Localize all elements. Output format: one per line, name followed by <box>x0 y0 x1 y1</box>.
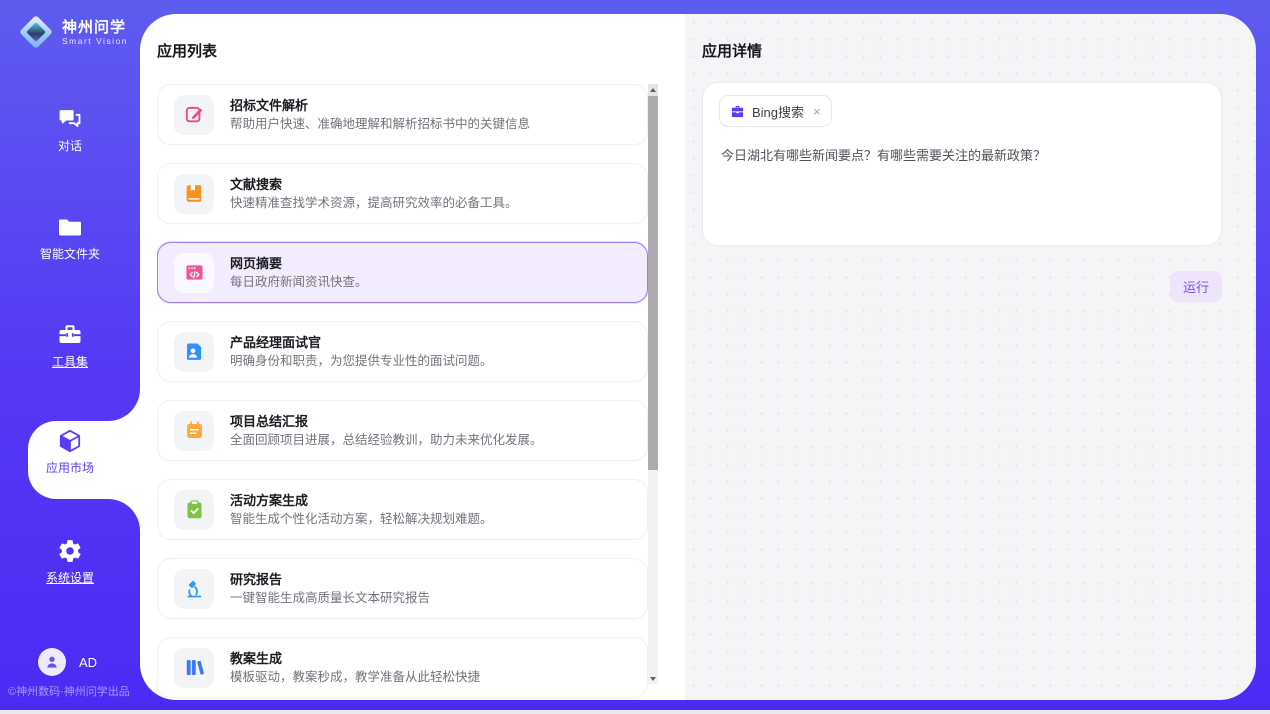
close-icon[interactable]: × <box>813 104 821 119</box>
app-card-title: 教案生成 <box>230 651 480 666</box>
briefcase-icon <box>730 104 745 119</box>
app-card-title: 网页摘要 <box>230 256 368 271</box>
app-card-list: 招标文件解析 帮助用户快速、准确地理解和解析招标书中的关键信息 文献搜索 快速精… <box>157 84 648 700</box>
sidebar-nav: 对话 智能文件夹 工具集 <box>0 0 140 710</box>
user-row: AD <box>38 648 97 676</box>
app-card-text: 教案生成 模板驱动，教案秒成，教学准备从此轻松快捷 <box>230 651 480 685</box>
app-card[interactable]: 网页摘要 每日政府新闻资讯快查。 <box>157 242 648 303</box>
app-list-panel: 应用列表 招标文件解析 帮助用户快速、准确地理解和解析招标书中的关键信息 文献搜… <box>140 14 685 700</box>
composer-toolbar <box>721 216 803 232</box>
scroll-down-icon[interactable] <box>650 677 656 681</box>
app-card-description: 快速精准查找学术资源，提高研究效率的必备工具。 <box>230 196 518 211</box>
composer-icon[interactable] <box>721 216 737 232</box>
app-list-title: 应用列表 <box>157 40 217 61</box>
prompt-composer[interactable]: Bing搜索 × 今日湖北有哪些新闻要点？有哪些需要关注的最新政策？ <box>702 82 1222 246</box>
app-card[interactable]: 研究报告 一键智能生成高质量长文本研究报告 <box>157 558 648 619</box>
edit-doc-icon <box>174 95 214 135</box>
app-window: 神州问学 Smart Vision 对话 智能文件夹 <box>0 0 1270 714</box>
app-card-description: 每日政府新闻资讯快查。 <box>230 275 368 290</box>
toolbox-icon <box>57 322 83 348</box>
note-icon <box>174 411 214 451</box>
sidebar: 神州问学 Smart Vision 对话 智能文件夹 <box>0 0 140 710</box>
app-card-text: 研究报告 一键智能生成高质量长文本研究报告 <box>230 572 430 606</box>
app-card-text: 活动方案生成 智能生成个性化活动方案，轻松解决规划难题。 <box>230 493 493 527</box>
clipboard-check-icon <box>174 490 214 530</box>
app-card-text: 招标文件解析 帮助用户快速、准确地理解和解析招标书中的关键信息 <box>230 98 530 132</box>
user-name: AD <box>79 655 97 670</box>
browser-code-icon <box>174 253 214 293</box>
app-card-title: 产品经理面试官 <box>230 335 493 350</box>
app-card[interactable]: 教案生成 模板驱动，教案秒成，教学准备从此轻松快捷 <box>157 637 648 698</box>
sidebar-item-label: 工具集 <box>52 355 88 369</box>
composer-icon[interactable] <box>787 216 803 232</box>
copyright: ©神州数码·神州问学出品 <box>8 683 130 699</box>
composer-icon[interactable] <box>754 216 770 232</box>
avatar[interactable] <box>38 648 66 676</box>
app-card-description: 模板驱动，教案秒成，教学准备从此轻松快捷 <box>230 670 480 685</box>
app-card-title: 研究报告 <box>230 572 430 587</box>
tool-chip-label: Bing搜索 <box>752 102 804 121</box>
sidebar-item[interactable]: 工具集 <box>0 322 140 372</box>
app-card[interactable]: 文献搜索 快速精准查找学术资源，提高研究效率的必备工具。 <box>157 163 648 224</box>
app-card[interactable]: 活动方案生成 智能生成个性化活动方案，轻松解决规划难题。 <box>157 479 648 540</box>
app-card-title: 招标文件解析 <box>230 98 530 113</box>
sidebar-item-label: 智能文件夹 <box>40 247 100 261</box>
prompt-text: 今日湖北有哪些新闻要点？有哪些需要关注的最新政策？ <box>721 147 1205 165</box>
gear-icon <box>57 538 83 564</box>
book-icon <box>174 174 214 214</box>
folder-icon <box>57 214 83 240</box>
sidebar-item[interactable]: 系统设置 <box>0 538 140 588</box>
scroll-up-icon <box>650 88 656 92</box>
sidebar-item-label: 对话 <box>58 139 82 153</box>
main-panel: 应用列表 招标文件解析 帮助用户快速、准确地理解和解析招标书中的关键信息 文献搜… <box>140 14 1256 700</box>
scrollbar[interactable] <box>648 84 658 684</box>
active-tab-curve-bottom <box>108 499 140 531</box>
app-detail-title: 应用详情 <box>702 40 762 61</box>
app-card-text: 网页摘要 每日政府新闻资讯快查。 <box>230 256 368 290</box>
cube-icon <box>57 428 83 454</box>
app-card-description: 全面回顾项目进展，总结经验教训，助力未来优化发展。 <box>230 433 543 448</box>
tool-chip[interactable]: Bing搜索 × <box>719 95 832 127</box>
sidebar-item[interactable]: 应用市场 <box>0 428 140 478</box>
app-card[interactable]: 项目总结汇报 全面回顾项目进展，总结经验教训，助力未来优化发展。 <box>157 400 648 461</box>
app-card[interactable]: 招标文件解析 帮助用户快速、准确地理解和解析招标书中的关键信息 <box>157 84 648 145</box>
sidebar-item-label: 应用市场 <box>46 461 94 475</box>
app-card-description: 明确身份和职责，为您提供专业性的面试问题。 <box>230 354 493 369</box>
scrollbar-thumb[interactable] <box>648 96 658 470</box>
app-card-description: 帮助用户快速、准确地理解和解析招标书中的关键信息 <box>230 117 530 132</box>
app-card-title: 文献搜索 <box>230 177 518 192</box>
run-button[interactable]: 运行 <box>1170 271 1222 302</box>
app-card-text: 项目总结汇报 全面回顾项目进展，总结经验教训，助力未来优化发展。 <box>230 414 543 448</box>
app-card[interactable]: 产品经理面试官 明确身份和职责，为您提供专业性的面试问题。 <box>157 321 648 382</box>
app-card-description: 智能生成个性化活动方案，轻松解决规划难题。 <box>230 512 493 527</box>
active-tab-curve-top <box>108 389 140 421</box>
person-doc-icon <box>174 332 214 372</box>
scroll-up-button[interactable] <box>648 84 658 96</box>
app-card-title: 活动方案生成 <box>230 493 493 508</box>
active-tab-pill <box>28 421 140 499</box>
app-card-text: 文献搜索 快速精准查找学术资源，提高研究效率的必备工具。 <box>230 177 518 211</box>
sidebar-item[interactable]: 对话 <box>0 106 140 156</box>
sidebar-item-label: 系统设置 <box>46 571 94 585</box>
app-card-description: 一键智能生成高质量长文本研究报告 <box>230 591 430 606</box>
microscope-icon <box>174 569 214 609</box>
app-card-title: 项目总结汇报 <box>230 414 543 429</box>
sidebar-item[interactable]: 智能文件夹 <box>0 214 140 264</box>
app-card-text: 产品经理面试官 明确身份和职责，为您提供专业性的面试问题。 <box>230 335 493 369</box>
books-icon <box>174 648 214 688</box>
app-detail-panel: 应用详情 Bing搜索 × 今日湖北有哪些新闻要点？有哪些需要关注的最新政策？ … <box>685 14 1256 700</box>
chat-icon <box>57 106 83 132</box>
